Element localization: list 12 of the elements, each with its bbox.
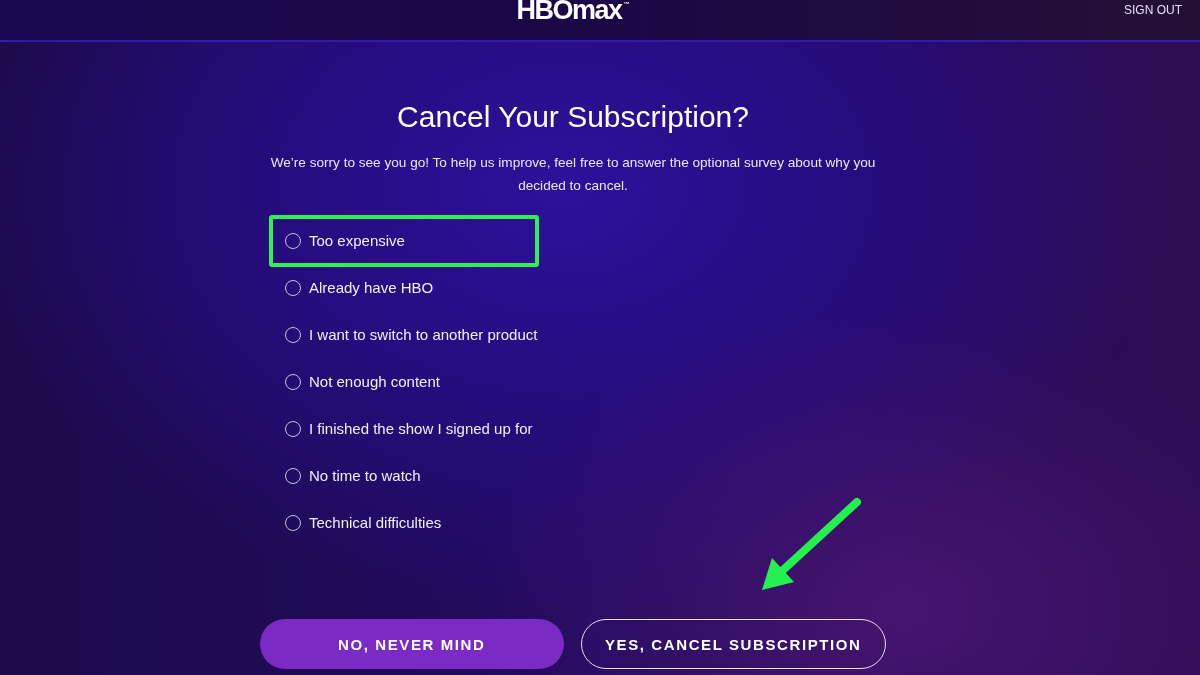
option-label[interactable]: Already have HBO <box>309 279 434 296</box>
intro-text: We’re sorry to see you go! To help us improve, feel free to answer the optional survey about why you decided to cancel. <box>269 154 877 195</box>
option-label[interactable]: I finished the show I signed up for <box>309 420 533 437</box>
option-label[interactable]: Too expensive <box>309 232 405 249</box>
sign-out-link[interactable]: SIGN OUT <box>1124 3 1182 17</box>
option-label[interactable]: No time to watch <box>309 467 421 484</box>
option-label[interactable]: I want to switch to another product <box>309 326 538 343</box>
keep-button[interactable]: NO, NEVER MIND <box>260 619 564 669</box>
option-label[interactable]: Technical difficulties <box>309 514 442 531</box>
logo[interactable]: HBOmax$^{™}$ <box>516 0 630 24</box>
option-label[interactable]: Not enough content <box>309 373 440 390</box>
page-title: Cancel Your Subscription? <box>397 99 749 135</box>
